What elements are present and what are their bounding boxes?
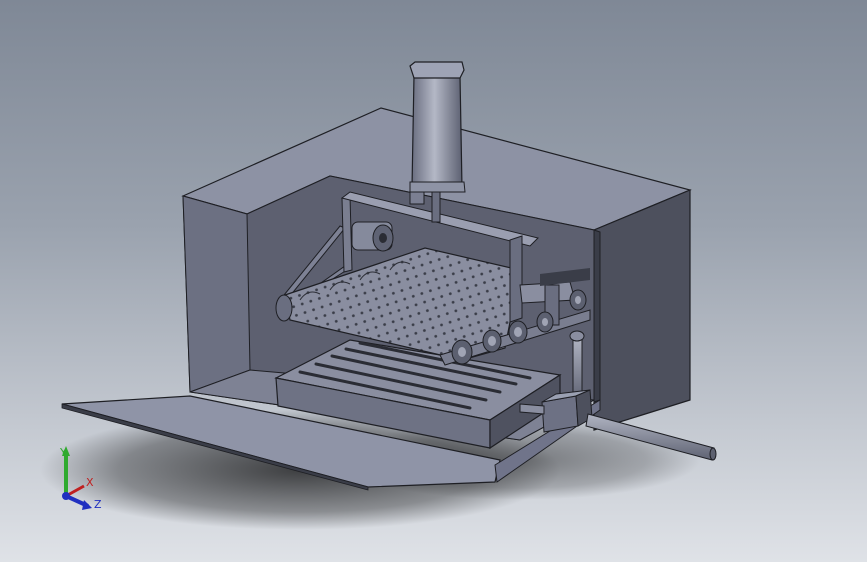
cad-viewport[interactable]: Y X Z bbox=[0, 0, 867, 562]
cylinder-top-cap bbox=[409, 61, 465, 79]
gantry-left-post bbox=[341, 195, 353, 273]
pipe-elbow bbox=[569, 330, 585, 342]
outlet-pipe-end bbox=[709, 447, 717, 461]
motor-shaft bbox=[379, 233, 387, 243]
cylinder-mount bbox=[409, 191, 425, 205]
belt-end-roller bbox=[275, 294, 293, 322]
front-right-panel bbox=[593, 229, 601, 403]
gantry-right-post bbox=[509, 235, 523, 323]
cylinder-bottom-flange bbox=[409, 181, 466, 193]
interior-left-wall bbox=[182, 195, 251, 393]
cylinder-body bbox=[411, 74, 463, 189]
machine-model: Y X Z bbox=[40, 61, 717, 530]
housing-right-face bbox=[593, 189, 691, 431]
triad-z-label: Z bbox=[94, 498, 102, 511]
triad-x-label: X bbox=[86, 476, 94, 489]
inlet-pipe-stub bbox=[519, 403, 545, 415]
cylinder-rod bbox=[431, 191, 441, 223]
triad-y-label: Y bbox=[59, 446, 67, 459]
triad-origin bbox=[62, 492, 70, 500]
